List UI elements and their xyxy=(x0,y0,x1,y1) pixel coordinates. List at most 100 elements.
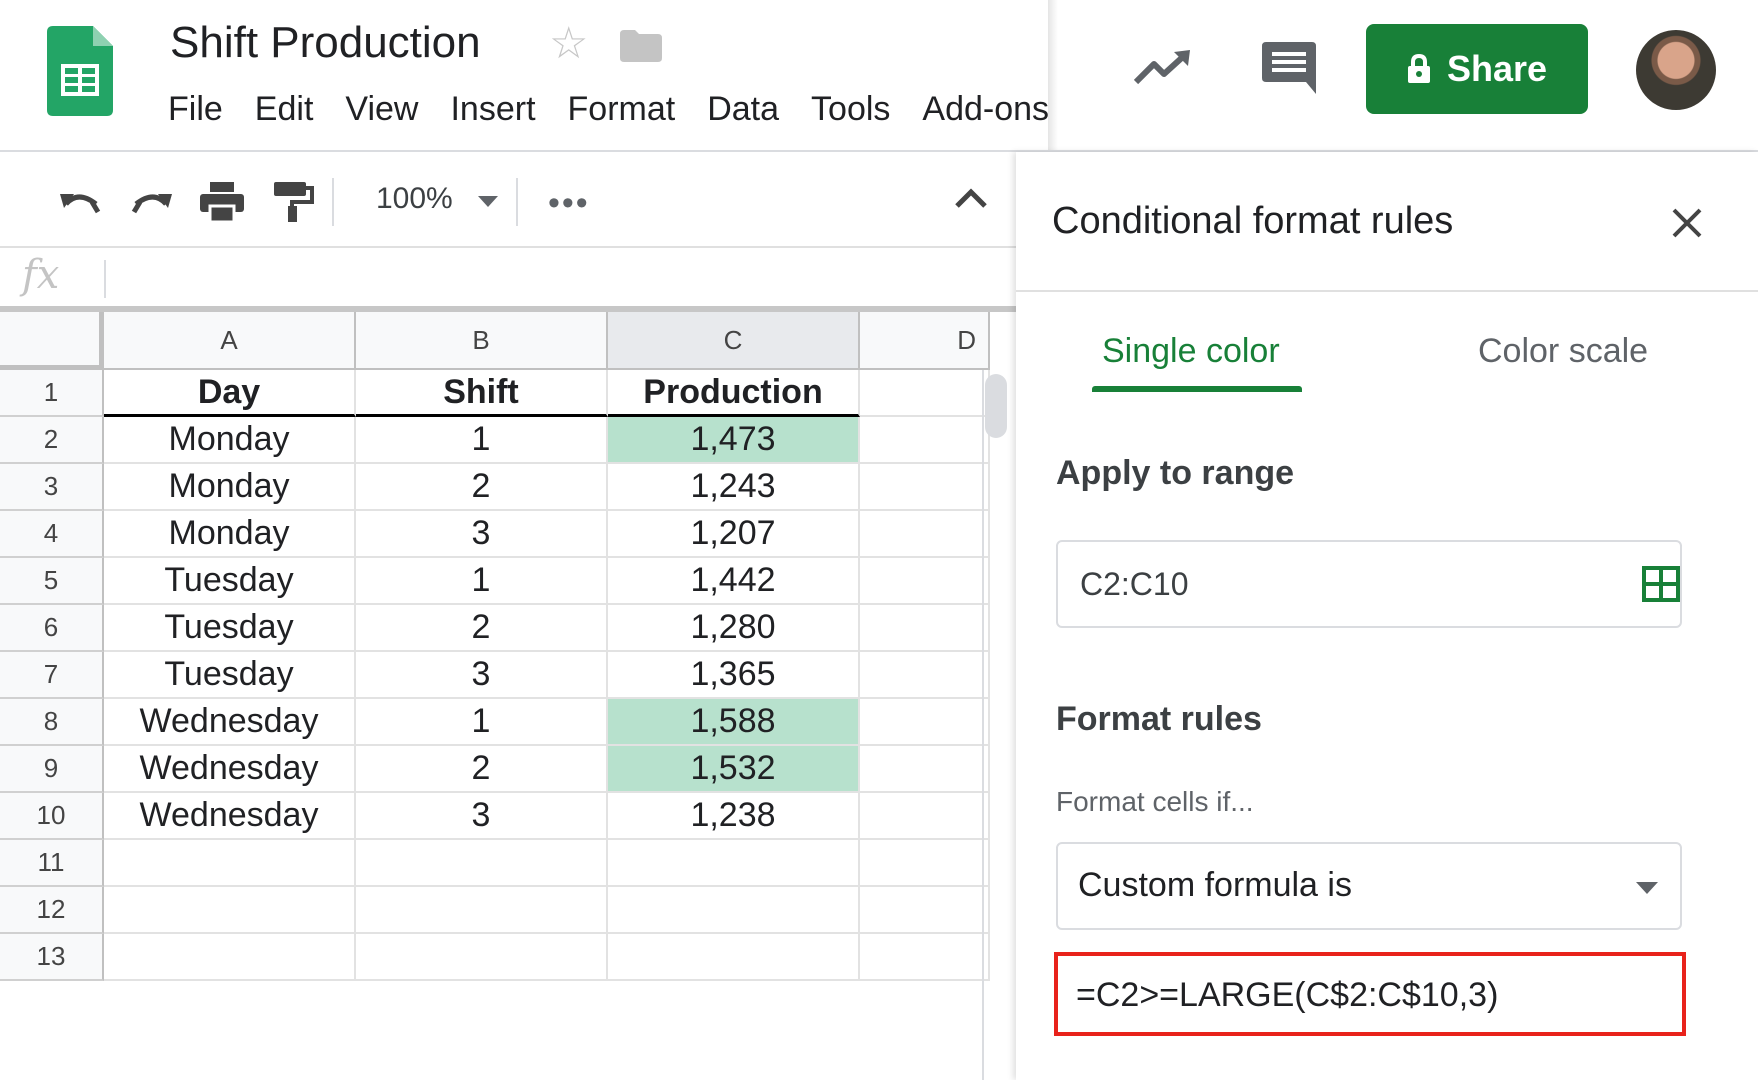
column-header-b[interactable]: B xyxy=(356,312,608,370)
table-cell[interactable]: 1,280 xyxy=(608,605,860,652)
table-cell[interactable] xyxy=(860,793,990,840)
table-cell[interactable] xyxy=(104,934,356,981)
row-header[interactable]: 6 xyxy=(0,605,104,652)
column-header-d[interactable]: D xyxy=(860,312,990,370)
row-header[interactable]: 5 xyxy=(0,558,104,605)
row-header[interactable]: 2 xyxy=(0,417,104,464)
table-cell[interactable] xyxy=(608,887,860,934)
table-cell[interactable] xyxy=(356,934,608,981)
row-header[interactable]: 7 xyxy=(0,652,104,699)
table-cell[interactable] xyxy=(860,652,990,699)
row-header[interactable]: 13 xyxy=(0,934,104,981)
table-cell[interactable]: Monday xyxy=(104,511,356,558)
table-cell[interactable] xyxy=(860,699,990,746)
print-icon[interactable] xyxy=(200,182,244,222)
undo-icon[interactable] xyxy=(58,182,102,222)
table-cell[interactable]: Wednesday xyxy=(104,699,356,746)
activity-trend-icon[interactable] xyxy=(1134,48,1192,88)
menu-data[interactable]: Data xyxy=(707,90,779,129)
table-cell[interactable]: 1,365 xyxy=(608,652,860,699)
table-cell[interactable]: Wednesday xyxy=(104,746,356,793)
table-cell[interactable]: Wednesday xyxy=(104,793,356,840)
table-cell[interactable]: 1,532 xyxy=(608,746,860,793)
close-icon[interactable] xyxy=(1670,206,1704,240)
table-cell[interactable]: 1 xyxy=(356,558,608,605)
column-header-a[interactable]: A xyxy=(104,312,356,370)
share-button[interactable]: Share xyxy=(1366,24,1588,114)
table-cell[interactable]: 3 xyxy=(356,511,608,558)
document-title[interactable]: Shift Production xyxy=(170,18,481,68)
table-cell[interactable] xyxy=(356,840,608,887)
range-input[interactable]: C2:C10 xyxy=(1056,540,1682,628)
user-avatar[interactable] xyxy=(1636,30,1716,110)
star-icon[interactable]: ☆ xyxy=(549,22,588,66)
table-cell[interactable] xyxy=(860,887,990,934)
tab-color-scale[interactable]: Color scale xyxy=(1478,332,1648,371)
table-cell[interactable] xyxy=(104,840,356,887)
row-header[interactable]: 10 xyxy=(0,793,104,840)
zoom-select[interactable]: 100% xyxy=(376,182,453,216)
table-cell[interactable]: 3 xyxy=(356,652,608,699)
table-cell[interactable]: 1 xyxy=(356,699,608,746)
table-cell[interactable]: 3 xyxy=(356,793,608,840)
table-cell[interactable] xyxy=(860,605,990,652)
tab-single-color[interactable]: Single color xyxy=(1102,332,1280,371)
redo-icon[interactable] xyxy=(130,182,174,222)
table-cell[interactable]: 1,238 xyxy=(608,793,860,840)
row-header[interactable]: 1 xyxy=(0,370,104,417)
table-cell[interactable] xyxy=(860,840,990,887)
menu-edit[interactable]: Edit xyxy=(255,90,314,129)
table-cell[interactable] xyxy=(104,887,356,934)
table-cell[interactable]: 2 xyxy=(356,464,608,511)
folder-icon[interactable] xyxy=(620,30,662,62)
table-cell[interactable]: 1,207 xyxy=(608,511,860,558)
table-cell[interactable]: Tuesday xyxy=(104,558,356,605)
row-header[interactable]: 9 xyxy=(0,746,104,793)
comment-icon[interactable] xyxy=(1262,42,1316,94)
table-cell[interactable] xyxy=(860,558,990,605)
row-header[interactable]: 8 xyxy=(0,699,104,746)
row-header[interactable]: 11 xyxy=(0,840,104,887)
menu-tools[interactable]: Tools xyxy=(811,90,890,129)
table-cell[interactable] xyxy=(860,417,990,464)
table-cell[interactable] xyxy=(608,840,860,887)
table-cell[interactable]: Monday xyxy=(104,464,356,511)
menu-view[interactable]: View xyxy=(345,90,418,129)
table-cell[interactable]: 1 xyxy=(356,417,608,464)
vertical-scrollbar[interactable] xyxy=(985,374,1007,438)
select-range-grid-icon[interactable] xyxy=(1642,566,1680,602)
table-cell[interactable]: 1,588 xyxy=(608,699,860,746)
table-cell[interactable] xyxy=(356,887,608,934)
table-cell[interactable]: 1,442 xyxy=(608,558,860,605)
menu-file[interactable]: File xyxy=(168,90,223,129)
condition-select[interactable]: Custom formula is xyxy=(1056,842,1682,930)
table-cell[interactable]: Monday xyxy=(104,417,356,464)
table-cell[interactable] xyxy=(860,746,990,793)
menu-format[interactable]: Format xyxy=(568,90,676,129)
more-options-icon[interactable]: ••• xyxy=(548,184,590,223)
table-cell[interactable] xyxy=(860,511,990,558)
table-cell[interactable]: Tuesday xyxy=(104,605,356,652)
table-cell[interactable]: Shift xyxy=(356,370,608,417)
table-cell[interactable] xyxy=(860,934,990,981)
row-header[interactable]: 12 xyxy=(0,887,104,934)
table-cell[interactable] xyxy=(860,464,990,511)
table-cell[interactable]: 1,473 xyxy=(608,417,860,464)
table-cell[interactable]: Day xyxy=(104,370,356,417)
row-header[interactable]: 4 xyxy=(0,511,104,558)
select-all-corner[interactable] xyxy=(0,312,104,370)
menu-insert[interactable]: Insert xyxy=(450,90,535,129)
table-cell[interactable]: Tuesday xyxy=(104,652,356,699)
collapse-menus-chevron-up-icon[interactable] xyxy=(954,186,988,210)
custom-formula-input[interactable]: =C2>=LARGE(C$2:C$10,3) xyxy=(1054,952,1686,1036)
row-header[interactable]: 3 xyxy=(0,464,104,511)
column-header-c[interactable]: C xyxy=(608,312,860,370)
zoom-dropdown-arrow-icon[interactable] xyxy=(478,196,498,207)
table-cell[interactable]: 1,243 xyxy=(608,464,860,511)
paint-format-icon[interactable] xyxy=(270,182,314,222)
table-cell[interactable]: Production xyxy=(608,370,860,417)
table-cell[interactable]: 2 xyxy=(356,605,608,652)
table-cell[interactable] xyxy=(860,370,990,417)
sheets-logo-icon[interactable] xyxy=(47,26,113,116)
table-cell[interactable]: 2 xyxy=(356,746,608,793)
